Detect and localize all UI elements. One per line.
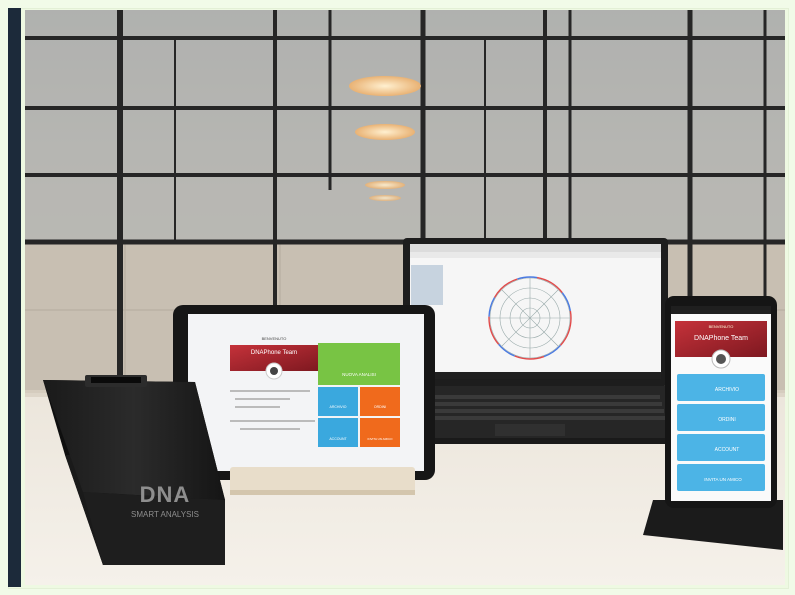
device-logo: DNA bbox=[140, 482, 191, 507]
tablet-team-name: DNAPhone Team bbox=[251, 350, 297, 356]
tile-orders bbox=[360, 387, 400, 416]
svg-text:INVITA UN AMICO: INVITA UN AMICO bbox=[704, 477, 742, 482]
svg-text:ORDINI: ORDINI bbox=[374, 405, 386, 409]
tile-invite bbox=[360, 418, 400, 447]
svg-text:ACCOUNT: ACCOUNT bbox=[329, 437, 347, 441]
phone-team-name: DNAPhone Team bbox=[694, 335, 748, 342]
tablet-header-small: BENVENUTO bbox=[262, 336, 287, 341]
svg-text:ARCHIVIO: ARCHIVIO bbox=[330, 405, 347, 409]
phone-header-small: BENVENUTO bbox=[709, 324, 734, 329]
left-edge-bar bbox=[8, 8, 21, 587]
tile-archive bbox=[318, 387, 358, 416]
product-photo: BENVENUTO DNAPhone Team NUOVA ANALISI AR… bbox=[25, 10, 785, 585]
svg-text:INVITA UN AMICO: INVITA UN AMICO bbox=[368, 437, 394, 441]
tile-account bbox=[318, 418, 358, 447]
photo-scene: BENVENUTO DNAPhone Team NUOVA ANALISI AR… bbox=[25, 10, 785, 585]
device-brand-line: SMART ANALYSIS bbox=[131, 510, 199, 519]
tile-new-analysis bbox=[318, 343, 400, 385]
window-glass bbox=[25, 10, 785, 240]
svg-text:ACCOUNT: ACCOUNT bbox=[715, 447, 740, 453]
laptop-polar-chart bbox=[489, 277, 571, 359]
svg-text:ORDINI: ORDINI bbox=[718, 417, 736, 423]
svg-text:ARCHIVIO: ARCHIVIO bbox=[715, 387, 739, 393]
svg-text:NUOVA ANALISI: NUOVA ANALISI bbox=[342, 372, 376, 377]
